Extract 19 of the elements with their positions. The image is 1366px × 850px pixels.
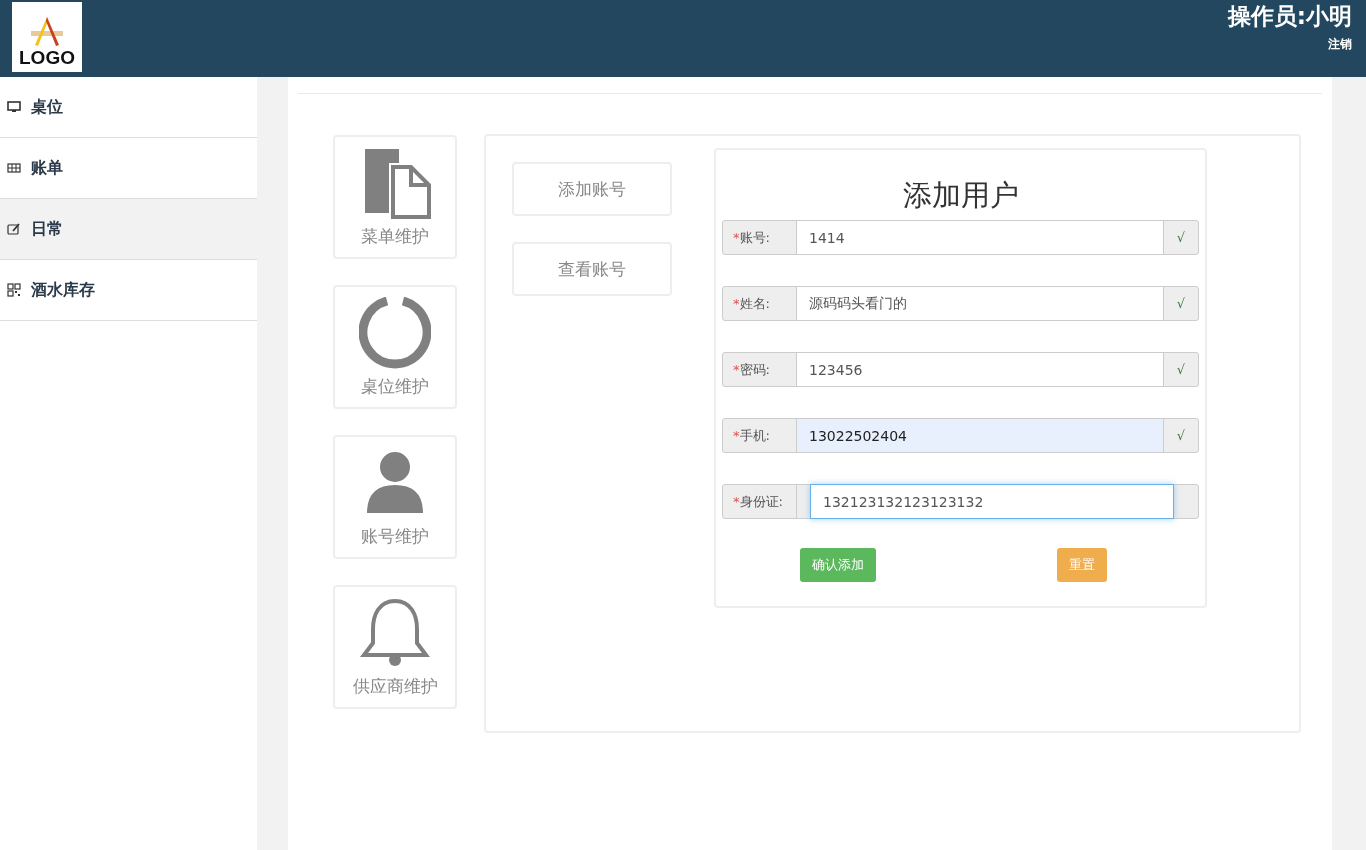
sidebar-item[interactable]: 日常 — [0, 199, 257, 260]
operator-name: 操作员:小明 — [1227, 2, 1352, 30]
field-label: *身份证: — [723, 485, 797, 518]
nav-button[interactable]: 添加账号 — [512, 162, 672, 216]
logo-text: LOGO — [19, 47, 75, 69]
loading-ring-icon — [359, 296, 431, 369]
module-tile[interactable]: 桌位维护 — [333, 285, 457, 409]
logout-link[interactable]: 注销 — [1328, 36, 1352, 53]
edit-icon — [7, 222, 21, 236]
form-title: 添加用户 — [901, 177, 1020, 214]
nav-button[interactable]: 查看账号 — [512, 242, 672, 296]
qr-code-icon — [7, 283, 21, 297]
bell-icon — [359, 596, 431, 669]
module-tile[interactable]: 菜单维护 — [333, 135, 457, 259]
module-tile[interactable]: 供应商维护 — [333, 585, 457, 709]
monitor-icon — [7, 100, 21, 114]
module-tile[interactable]: 账号维护 — [333, 435, 457, 559]
input-field[interactable]: 132123132123123132 — [810, 484, 1174, 519]
table-icon — [7, 161, 21, 175]
